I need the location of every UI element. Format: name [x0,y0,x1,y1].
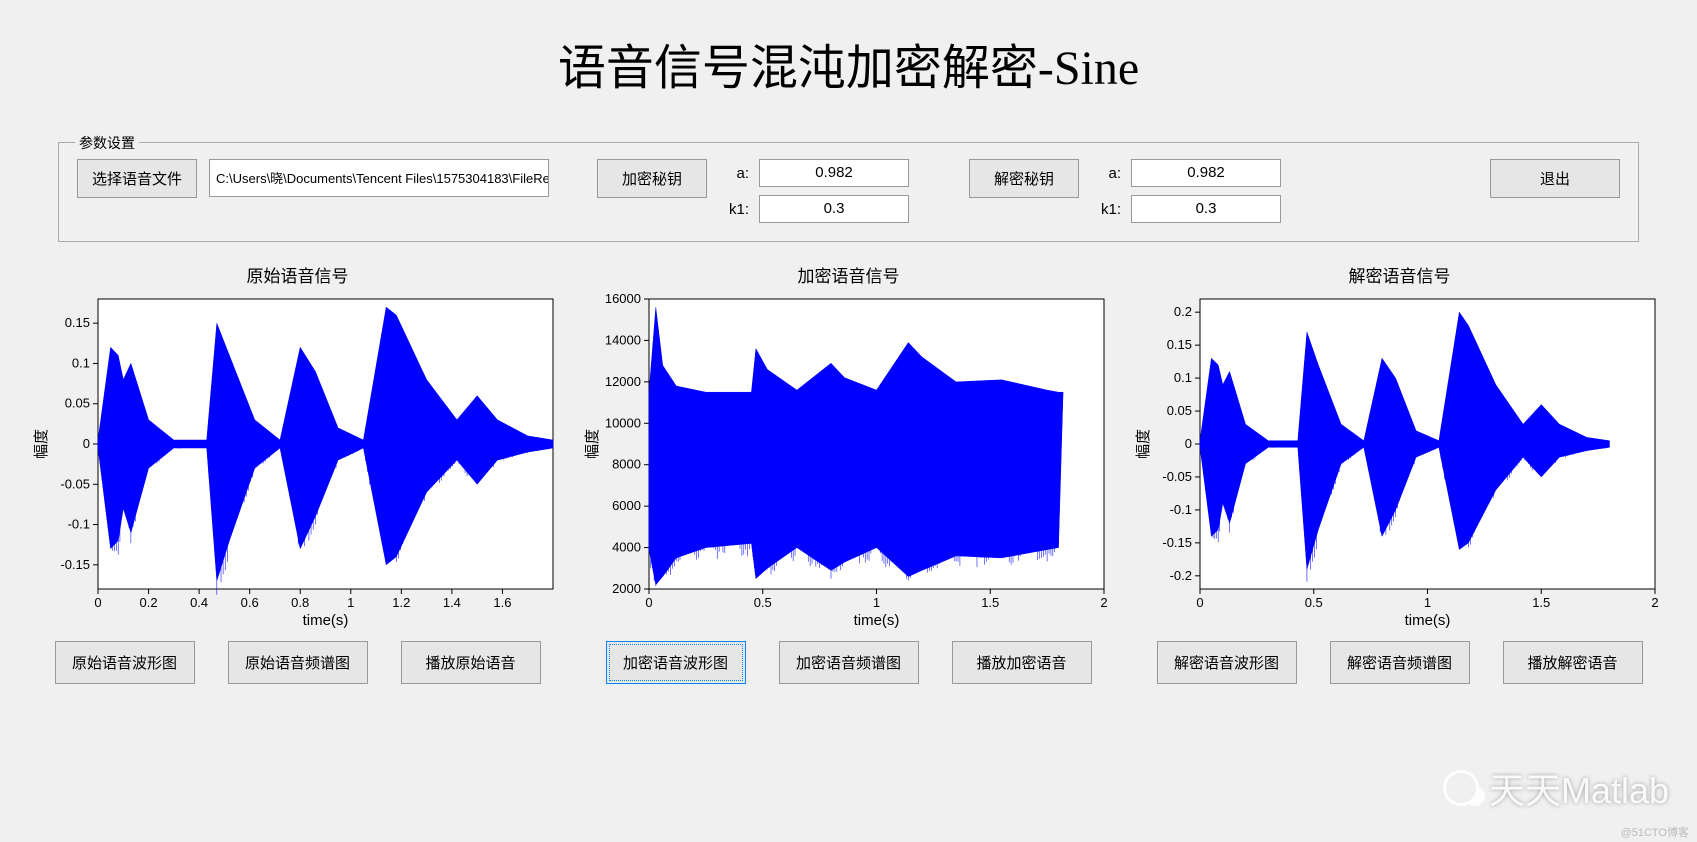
svg-text:0: 0 [645,595,652,610]
choose-file-button[interactable]: 选择语音文件 [77,159,197,198]
svg-text:0: 0 [83,436,90,451]
dec-spectrum-button[interactable]: 解密语音频谱图 [1330,641,1470,684]
svg-text:0.05: 0.05 [1167,403,1192,418]
orig-play-button[interactable]: 播放原始语音 [401,641,541,684]
svg-text:-0.15: -0.15 [1162,535,1192,550]
svg-text:0.15: 0.15 [1167,337,1192,352]
svg-text:time(s): time(s) [854,612,900,629]
svg-text:幅度: 幅度 [584,429,601,459]
svg-text:14000: 14000 [605,332,641,347]
orig-waveform-button[interactable]: 原始语音波形图 [55,641,195,684]
decrypt-key-button[interactable]: 解密秘钥 [969,159,1079,198]
svg-text:0.2: 0.2 [140,595,158,610]
enc-k1-label: k1: [719,201,749,218]
svg-text:2000: 2000 [612,581,641,596]
svg-text:16000: 16000 [605,291,641,306]
svg-text:1: 1 [873,595,880,610]
svg-text:1.6: 1.6 [493,595,511,610]
svg-text:8000: 8000 [612,457,641,472]
enc-k1-field[interactable]: 0.3 [759,195,909,223]
dec-a-label: a: [1091,165,1121,182]
svg-text:1.5: 1.5 [1532,595,1550,610]
encrypted-plot-panel: 加密语音信号 0 0.5 1 1.5 2 2000 4000 6000 8000 10000 120… [581,262,1116,694]
decrypted-plot-panel: 解密语音信号 00.511.52-0.2-0.15-0.1-0.0500.050… [1132,262,1667,694]
svg-text:1.4: 1.4 [443,595,461,610]
svg-text:12000: 12000 [605,374,641,389]
original-plot-title: 原始语音信号 [30,262,565,287]
enc-a-field[interactable]: 0.982 [759,159,909,187]
svg-text:0.2: 0.2 [1174,304,1192,319]
svg-text:time(s): time(s) [303,612,349,629]
svg-text:0.1: 0.1 [72,355,90,370]
encrypt-key-group: a: 0.982 k1: 0.3 [719,159,909,223]
decrypt-key-group: a: 0.982 k1: 0.3 [1091,159,1281,223]
svg-text:0: 0 [94,595,101,610]
svg-text:10000: 10000 [605,415,641,430]
dec-k1-field[interactable]: 0.3 [1131,195,1281,223]
svg-text:1.2: 1.2 [392,595,410,610]
footer-note: @51CTO博客 [1621,824,1689,840]
svg-text:6000: 6000 [612,498,641,513]
watermark-text: 天天Matlab [1489,762,1669,814]
app-title: 语音信号混沌加密解密-Sine [0,0,1697,112]
svg-text:1: 1 [1424,595,1431,610]
decrypted-plot-axes: 0 0.5 1 1.5 2 -0.2 -0.15 -0.1 -0.05 0 0.05 0.1 0.15 0… [1132,291,1667,631]
original-plot-panel: 原始语音信号 0 0.2 0.4 0.6 0.8 1 1.2 1.4 1.6 -0.15 -0.1 -… [30,262,565,694]
file-path-field[interactable]: C:\Users\晓\Documents\Tencent Files\15753… [209,159,549,197]
encrypted-plot-title: 加密语音信号 [581,262,1116,287]
enc-spectrum-button[interactable]: 加密语音频谱图 [779,641,919,684]
dec-play-button[interactable]: 播放解密语音 [1503,641,1643,684]
svg-text:0.5: 0.5 [1305,595,1323,610]
svg-text:4000: 4000 [612,540,641,555]
svg-text:-0.05: -0.05 [60,476,90,491]
svg-text:0.6: 0.6 [241,595,259,610]
dec-a-field[interactable]: 0.982 [1131,159,1281,187]
encrypt-key-button[interactable]: 加密秘钥 [597,159,707,198]
svg-text:幅度: 幅度 [33,429,50,459]
svg-text:-0.1: -0.1 [1170,502,1192,517]
svg-text:幅度: 幅度 [1135,429,1152,459]
params-legend: 参数设置 [75,133,139,153]
svg-text:0: 0 [1185,436,1192,451]
svg-text:0.1: 0.1 [1174,370,1192,385]
svg-text:-0.1: -0.1 [68,517,90,532]
svg-text:0.8: 0.8 [291,595,309,610]
plots-row: 原始语音信号 0 0.2 0.4 0.6 0.8 1 1.2 1.4 1.6 -0.15 -0.1 -… [0,252,1697,694]
svg-text:0.4: 0.4 [190,595,208,610]
svg-text:-0.15: -0.15 [60,557,90,572]
svg-text:0.5: 0.5 [754,595,772,610]
svg-text:time(s): time(s) [1405,612,1451,629]
orig-spectrum-button[interactable]: 原始语音频谱图 [228,641,368,684]
svg-text:1: 1 [347,595,354,610]
svg-text:0.15: 0.15 [65,315,90,330]
enc-waveform-button[interactable]: 加密语音波形图 [606,641,746,684]
exit-button[interactable]: 退出 [1490,159,1620,198]
svg-text:0: 0 [1196,595,1203,610]
decrypted-plot-title: 解密语音信号 [1132,262,1667,287]
wechat-icon [1439,766,1483,810]
params-panel: 参数设置 选择语音文件 C:\Users\晓\Documents\Tencent… [58,142,1639,242]
dec-k1-label: k1: [1091,201,1121,218]
enc-a-label: a: [719,165,749,182]
encrypted-plot-axes: 0 0.5 1 1.5 2 2000 4000 6000 8000 10000 12000 14000… [581,291,1116,631]
svg-text:-0.2: -0.2 [1170,568,1192,583]
svg-text:2: 2 [1651,595,1658,610]
enc-play-button[interactable]: 播放加密语音 [952,641,1092,684]
dec-waveform-button[interactable]: 解密语音波形图 [1157,641,1297,684]
svg-text:-0.05: -0.05 [1162,469,1192,484]
svg-text:0.05: 0.05 [65,396,90,411]
original-plot-axes: 0 0.2 0.4 0.6 0.8 1 1.2 1.4 1.6 -0.15 -0.1 -0.05 0 0.… [30,291,565,631]
watermark: 天天Matlab [1439,762,1669,814]
svg-text:2: 2 [1100,595,1107,610]
svg-text:1.5: 1.5 [981,595,999,610]
